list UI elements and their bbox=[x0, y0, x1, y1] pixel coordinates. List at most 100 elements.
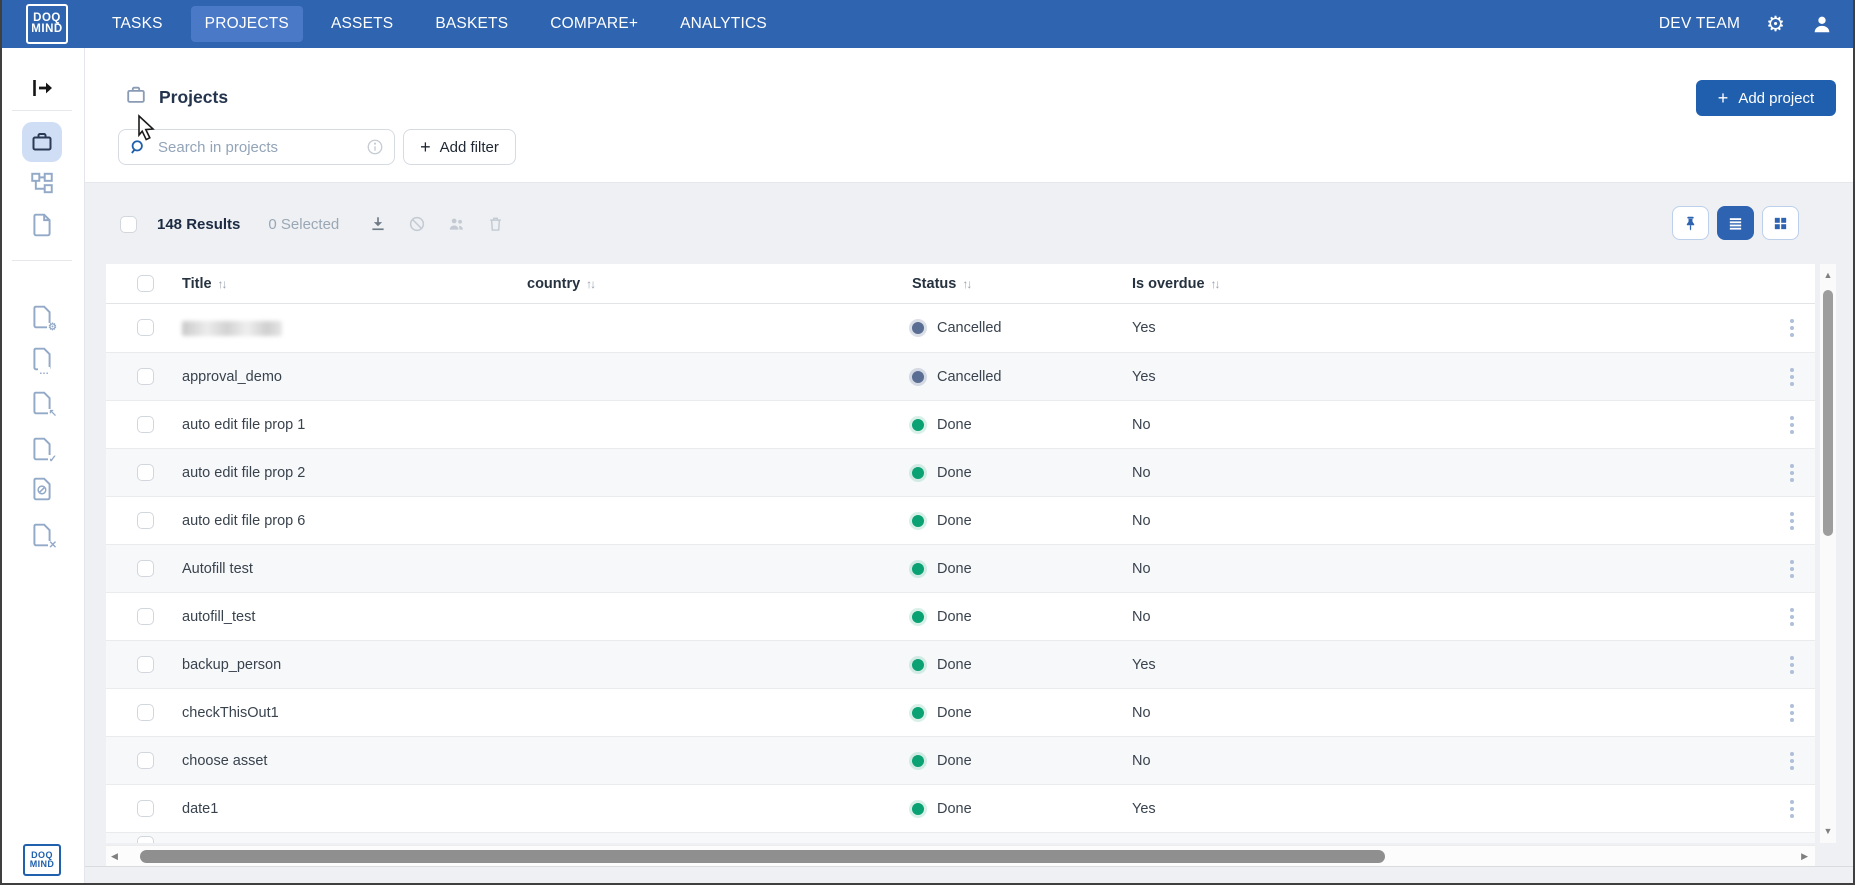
nav-tab-compare[interactable]: COMPARE+ bbox=[536, 6, 652, 42]
cancel-ban-icon[interactable] bbox=[408, 215, 426, 233]
status-label: Done bbox=[937, 801, 972, 817]
search-input[interactable] bbox=[156, 138, 357, 157]
row-checkbox[interactable] bbox=[137, 464, 154, 481]
row-checkbox[interactable] bbox=[137, 608, 154, 625]
status-dot bbox=[912, 419, 924, 431]
table-row[interactable]: autofill_test Done No bbox=[106, 592, 1815, 640]
vertical-scrollbar[interactable]: ▲ ▼ bbox=[1820, 264, 1836, 843]
row-menu-kebab-icon[interactable] bbox=[1788, 702, 1796, 724]
assign-users-icon[interactable] bbox=[447, 215, 466, 234]
table-row[interactable] bbox=[106, 832, 1815, 843]
info-icon[interactable] bbox=[366, 138, 384, 156]
status-label: Done bbox=[937, 753, 972, 769]
row-checkbox[interactable] bbox=[137, 560, 154, 577]
logo-line2: MIND bbox=[31, 24, 62, 36]
status-dot bbox=[912, 563, 924, 575]
row-checkbox[interactable] bbox=[137, 416, 154, 433]
horizontal-scrollbar[interactable]: ◀ ▶ bbox=[106, 845, 1815, 866]
row-checkbox[interactable] bbox=[137, 704, 154, 721]
scroll-down-icon[interactable]: ▼ bbox=[1820, 824, 1836, 838]
row-status: Done bbox=[912, 401, 972, 449]
vertical-scrollbar-thumb[interactable] bbox=[1823, 290, 1833, 536]
nav-tab-baskets[interactable]: BASKETS bbox=[421, 6, 522, 42]
scroll-up-icon[interactable]: ▲ bbox=[1820, 268, 1836, 282]
scroll-left-icon[interactable]: ◀ bbox=[111, 846, 118, 867]
sort-icon[interactable]: ↑↓ bbox=[218, 277, 226, 291]
row-checkbox[interactable] bbox=[137, 800, 154, 817]
row-checkbox[interactable] bbox=[137, 368, 154, 385]
row-status: Cancelled bbox=[912, 353, 1002, 401]
nav-tab-projects[interactable]: PROJECTS bbox=[191, 6, 303, 42]
add-filter-label: Add filter bbox=[440, 139, 499, 156]
app-logo[interactable]: DOQ MIND bbox=[26, 4, 68, 44]
nav-tab-tasks[interactable]: TASKS bbox=[98, 6, 177, 42]
sidebar-item-doc-settings[interactable]: ⚙ bbox=[29, 304, 55, 330]
delete-trash-icon[interactable] bbox=[487, 215, 504, 233]
row-checkbox[interactable] bbox=[137, 752, 154, 769]
row-menu-kebab-icon[interactable] bbox=[1788, 366, 1796, 388]
sort-icon[interactable]: ↑↓ bbox=[586, 277, 594, 291]
pin-view-button[interactable] bbox=[1672, 206, 1709, 240]
footer-band bbox=[85, 866, 1855, 885]
row-checkbox[interactable] bbox=[137, 836, 154, 843]
status-label: Done bbox=[937, 417, 972, 433]
row-checkbox[interactable] bbox=[137, 656, 154, 673]
column-header-title[interactable]: Title ↑↓ bbox=[182, 264, 226, 304]
grid-view-button[interactable] bbox=[1762, 206, 1799, 240]
table-row[interactable]: date1 Done Yes bbox=[106, 784, 1815, 832]
team-name[interactable]: DEV TEAM bbox=[1659, 15, 1740, 33]
add-project-button[interactable]: + Add project bbox=[1696, 80, 1836, 116]
row-menu-kebab-icon[interactable] bbox=[1788, 798, 1796, 820]
row-menu-kebab-icon[interactable] bbox=[1788, 462, 1796, 484]
row-menu-kebab-icon[interactable] bbox=[1788, 558, 1796, 580]
projects-briefcase-icon bbox=[125, 84, 147, 111]
sidebar-divider bbox=[12, 110, 72, 111]
row-menu-kebab-icon[interactable] bbox=[1788, 750, 1796, 772]
sidebar-item-doc-more[interactable]: … bbox=[29, 346, 55, 372]
plus-icon: + bbox=[1718, 89, 1729, 107]
sidebar-item-doc-approved[interactable]: ✓ bbox=[29, 436, 55, 462]
scroll-right-icon[interactable]: ▶ bbox=[1801, 846, 1808, 867]
sort-icon[interactable]: ↑↓ bbox=[962, 277, 970, 291]
app-window: DOQ MIND TASKS PROJECTS ASSETS BASKETS COMPA… bbox=[0, 0, 1855, 885]
status-label: Cancelled bbox=[937, 320, 1002, 336]
column-header-country[interactable]: country ↑↓ bbox=[527, 264, 594, 304]
column-header-overdue[interactable]: Is overdue ↑↓ bbox=[1132, 264, 1219, 304]
nav-tab-analytics[interactable]: ANALYTICS bbox=[666, 6, 781, 42]
row-menu-kebab-icon[interactable] bbox=[1788, 654, 1796, 676]
table-row[interactable]: auto edit file prop 1 Done No bbox=[106, 400, 1815, 448]
table-row[interactable]: choose asset Done No bbox=[106, 736, 1815, 784]
nav-right: DEV TEAM ⚙ bbox=[1659, 13, 1833, 35]
sidebar-item-doc-rejected[interactable]: ✕ bbox=[29, 522, 55, 548]
row-menu-kebab-icon[interactable] bbox=[1788, 606, 1796, 628]
list-view-button[interactable] bbox=[1717, 206, 1754, 240]
table-row[interactable]: auto edit file prop 6 Done No bbox=[106, 496, 1815, 544]
nav-tab-assets[interactable]: ASSETS bbox=[317, 6, 407, 42]
table-row[interactable]: auto edit file prop 2 Done No bbox=[106, 448, 1815, 496]
select-all-checkbox[interactable] bbox=[120, 216, 137, 233]
table-row[interactable]: Autofill test Done No bbox=[106, 544, 1815, 592]
sidebar-item-doc-import[interactable]: ↖ bbox=[29, 390, 55, 416]
settings-gear-icon[interactable]: ⚙ bbox=[1766, 14, 1785, 35]
sidebar-item-documents-icon[interactable] bbox=[29, 212, 55, 238]
table-row[interactable]: Cancelled Yes bbox=[106, 304, 1815, 352]
sidebar-item-hierarchy-icon[interactable] bbox=[29, 170, 55, 196]
add-filter-button[interactable]: + Add filter bbox=[403, 129, 516, 165]
download-icon[interactable] bbox=[369, 215, 387, 233]
row-checkbox[interactable] bbox=[137, 512, 154, 529]
sidebar-item-projects[interactable] bbox=[22, 122, 62, 162]
row-checkbox[interactable] bbox=[137, 319, 154, 336]
row-menu-kebab-icon[interactable] bbox=[1788, 414, 1796, 436]
table-row[interactable]: approval_demo Cancelled Yes bbox=[106, 352, 1815, 400]
table-row[interactable]: checkThisOut1 Done No bbox=[106, 688, 1815, 736]
row-menu-kebab-icon[interactable] bbox=[1788, 510, 1796, 532]
sort-icon[interactable]: ↑↓ bbox=[1211, 277, 1219, 291]
sidebar-item-doc-void[interactable]: ⊘ bbox=[29, 476, 55, 502]
collapse-sidebar-icon[interactable] bbox=[30, 76, 54, 100]
horizontal-scrollbar-thumb[interactable] bbox=[140, 850, 1385, 863]
table-row[interactable]: backup_person Done Yes bbox=[106, 640, 1815, 688]
header-checkbox[interactable] bbox=[137, 275, 154, 292]
user-profile-icon[interactable] bbox=[1811, 13, 1833, 35]
column-header-status[interactable]: Status ↑↓ bbox=[912, 264, 970, 304]
row-menu-kebab-icon[interactable] bbox=[1788, 317, 1796, 339]
